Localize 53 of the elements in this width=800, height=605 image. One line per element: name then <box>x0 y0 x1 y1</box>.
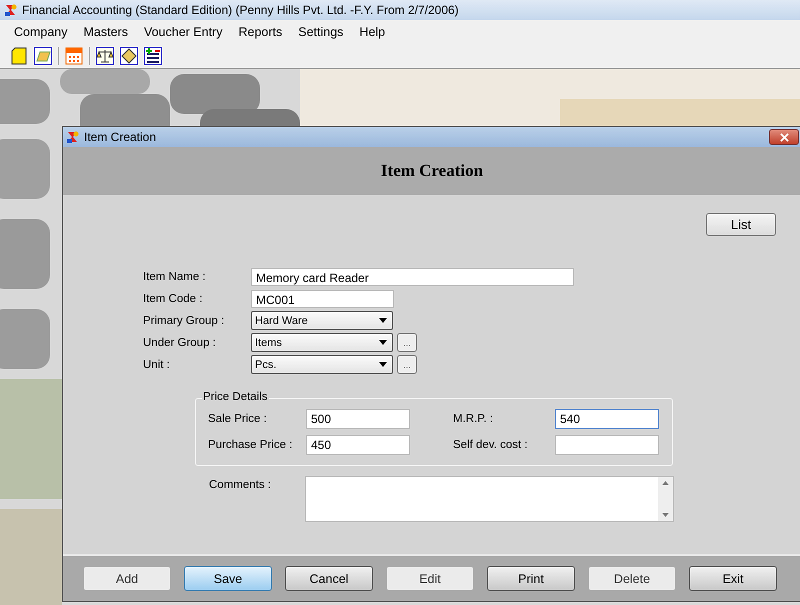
dialog-heading: Item Creation <box>380 161 484 181</box>
text-field[interactable]: MC001 <box>251 290 394 308</box>
new-document-icon[interactable] <box>10 47 28 65</box>
caret-icon[interactable] <box>379 340 387 345</box>
caret-icon[interactable] <box>379 362 387 367</box>
text-field[interactable]: 450 <box>306 435 410 455</box>
menu-item[interactable]: Voucher Entry <box>136 25 230 39</box>
close-icon[interactable] <box>780 132 788 142</box>
action-button[interactable]: Exit <box>689 566 777 591</box>
scrollbar[interactable] <box>658 477 673 521</box>
browse-button[interactable]: ... <box>397 333 417 352</box>
field-label: Item Code : <box>143 292 204 304</box>
text-field[interactable] <box>555 435 659 455</box>
scroll-down-icon[interactable] <box>662 513 669 517</box>
app-icon <box>66 130 80 144</box>
field-label: Sale Price : <box>208 413 268 425</box>
menu-item[interactable]: Help <box>351 25 394 39</box>
field-label: M.R.P. : <box>453 413 494 425</box>
field-label: Item Name : <box>143 270 207 282</box>
window-title: Financial Accounting (Standard Edition) (Penny Hills Pvt. Ltd. -F.Y. From 2/7/2006) <box>22 3 459 17</box>
calendar-icon[interactable] <box>65 47 83 65</box>
add-list-icon[interactable] <box>144 47 162 65</box>
menu-item[interactable]: Settings <box>290 25 352 39</box>
action-button[interactable]: Print <box>487 566 575 591</box>
field-label: Comments : <box>209 478 272 493</box>
app-icon <box>4 3 18 17</box>
caret-icon[interactable] <box>379 318 387 323</box>
field-label: Primary Group : <box>143 314 226 326</box>
scroll-up-icon[interactable] <box>662 481 669 485</box>
action-button[interactable]: Save <box>184 566 272 591</box>
field-label: Under Group : <box>143 336 217 348</box>
list-button[interactable]: List <box>706 213 776 236</box>
comments-field[interactable] <box>305 476 674 522</box>
dropdown[interactable]: Hard Ware <box>251 311 393 330</box>
text-field[interactable]: 500 <box>306 409 410 429</box>
menu-item[interactable]: Reports <box>230 25 290 39</box>
menu-item[interactable]: Masters <box>76 25 136 39</box>
folder-icon[interactable] <box>34 47 52 65</box>
field-label: Purchase Price : <box>208 439 294 451</box>
action-button[interactable]: Cancel <box>285 566 373 591</box>
field-label: Unit : <box>143 358 171 370</box>
diamond-note-icon[interactable] <box>120 47 138 65</box>
browse-button[interactable]: ... <box>397 355 417 374</box>
dropdown[interactable]: Items <box>251 333 393 352</box>
scales-icon[interactable] <box>96 47 114 65</box>
dropdown[interactable]: Pcs. <box>251 355 393 374</box>
field-label: Self dev. cost : <box>453 439 529 451</box>
group-legend: Price Details <box>202 391 269 403</box>
close-button[interactable] <box>769 129 799 145</box>
text-field[interactable]: Memory card Reader <box>251 268 574 286</box>
dialog-title: Item Creation <box>84 130 156 144</box>
menu-item[interactable]: Company <box>6 25 76 39</box>
text-field[interactable]: 540 <box>555 409 659 429</box>
